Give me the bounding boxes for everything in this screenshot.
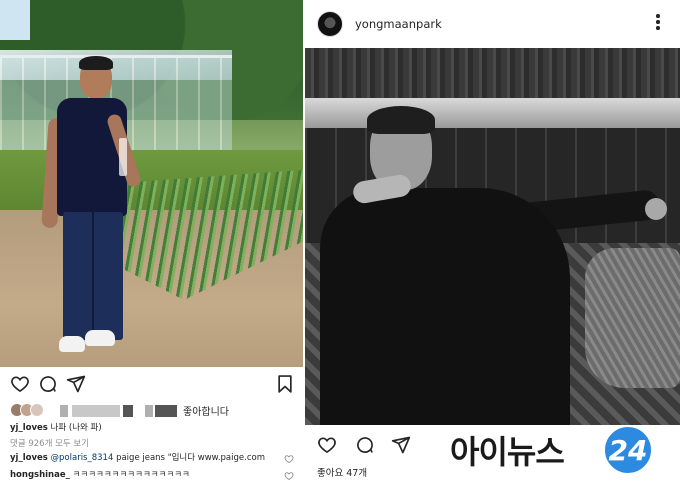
left-post: 좋아합니다 yj_loves 나파 (나와 파) 댓글 926개 모두 보기 y… xyxy=(0,0,303,483)
likes-count[interactable]: 좋아요 47개 xyxy=(317,465,367,479)
comment-mention[interactable]: @polaris_8314 xyxy=(51,453,114,463)
redacted-username xyxy=(155,405,177,417)
watermark-badge: 24 xyxy=(603,425,653,475)
comment-item: hongshinae_ ㅋㅋㅋㅋㅋㅋㅋㅋㅋㅋㅋㅋㅋㅋㅋ xyxy=(10,469,190,481)
photo-sky xyxy=(0,0,30,40)
avatar[interactable] xyxy=(317,11,343,37)
bookmark-icon[interactable] xyxy=(275,374,295,394)
post-username[interactable]: yongmaanpark xyxy=(355,17,442,31)
caption-text: 나파 (나와 파) xyxy=(50,423,102,433)
photo-throw-blanket xyxy=(585,248,680,388)
redacted-username xyxy=(145,405,153,417)
more-icon[interactable] xyxy=(655,14,661,34)
comment-username[interactable]: yj_loves xyxy=(10,453,48,463)
avatar xyxy=(30,403,44,417)
comment-item: yj_loves @polaris_8314 paige jeans "입니다 … xyxy=(10,452,265,464)
share-icon[interactable] xyxy=(66,374,86,394)
photo-ceiling-molding xyxy=(305,48,680,98)
likes-label: 좋아합니다 xyxy=(183,407,229,418)
photo-man-hand xyxy=(645,198,667,220)
share-icon[interactable] xyxy=(391,435,411,455)
comment-icon[interactable] xyxy=(38,374,58,394)
left-post-photo[interactable] xyxy=(0,0,303,367)
left-likes-row: 좋아합니다 xyxy=(10,403,300,419)
right-post: yongmaanpark 좋아요 47개 xyxy=(305,0,680,483)
comment-username[interactable]: hongshinae_ xyxy=(10,470,70,480)
photo-man xyxy=(41,56,143,363)
post-header: yongmaanpark xyxy=(305,0,680,48)
redacted-username xyxy=(123,405,133,417)
photo-wall-band xyxy=(305,98,680,128)
photo-man-hair xyxy=(367,106,435,134)
watermark-number: 24 xyxy=(608,433,648,467)
redacted-username xyxy=(72,405,120,417)
comment-text: ㅋㅋㅋㅋㅋㅋㅋㅋㅋㅋㅋㅋㅋㅋㅋ xyxy=(72,470,190,480)
left-action-bar xyxy=(0,372,303,396)
liker-avatars[interactable] xyxy=(10,403,46,417)
comment-icon[interactable] xyxy=(355,435,375,455)
caption-username[interactable]: yj_loves xyxy=(10,423,48,433)
view-all-comments-link[interactable]: 댓글 926개 모두 보기 xyxy=(10,437,89,449)
photo-man-body xyxy=(320,188,570,425)
news-watermark-logo: 아이뉴스 24 xyxy=(450,425,675,475)
heart-icon[interactable] xyxy=(10,374,30,394)
redacted-username xyxy=(60,405,68,417)
heart-icon[interactable] xyxy=(317,435,337,455)
comment-like-heart-icon[interactable] xyxy=(284,454,294,464)
post-caption: yj_loves 나파 (나와 파) xyxy=(10,422,102,434)
right-post-photo[interactable] xyxy=(305,48,680,425)
comment-like-heart-icon[interactable] xyxy=(284,471,294,481)
watermark-text: 아이뉴스 xyxy=(450,433,565,471)
comment-text: paige jeans "입니다 www.paige.com xyxy=(116,453,265,463)
